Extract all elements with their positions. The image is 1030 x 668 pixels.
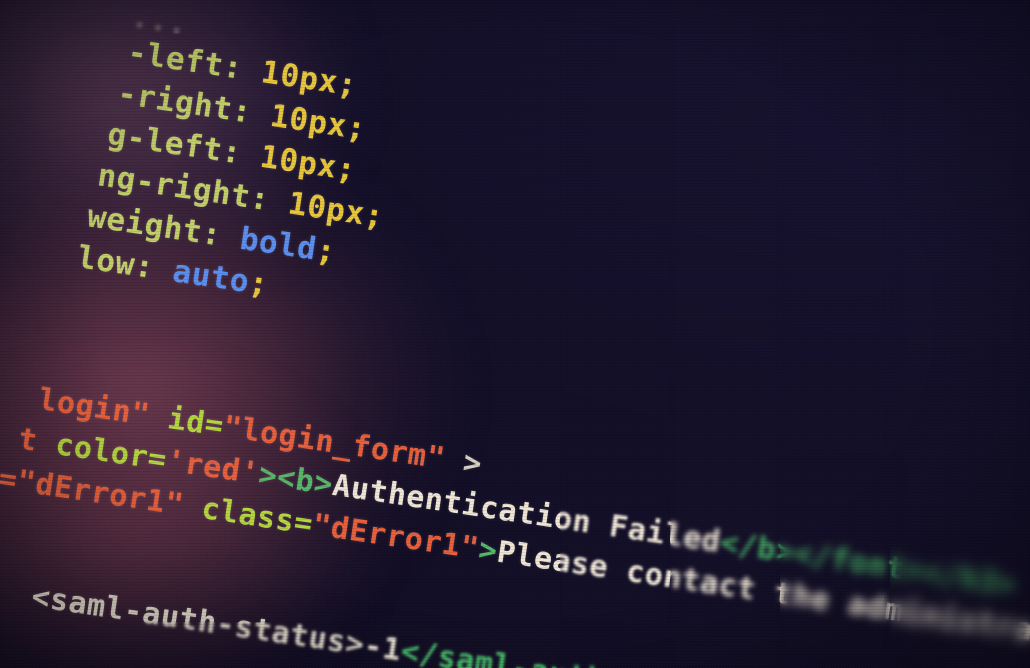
token-overflow-val: auto <box>151 250 252 301</box>
rotated-code-canvas: ... -left: 10px; -right: 10px; g-left: 1… <box>0 0 1030 668</box>
code-screenshot-photo: ... -left: 10px; -right: 10px; g-left: 1… <box>0 0 1030 668</box>
token-class-value-derror1: "dError1" <box>310 507 482 567</box>
token-saml-auth-status-close: </saml-auth-status> <box>399 634 755 668</box>
token-overflow-prop: low: <box>74 239 157 287</box>
token-id-derror1: ="dError1" <box>0 461 187 523</box>
token-saml-auth-status-value: -1 <box>361 628 404 668</box>
token-attr-class: class= <box>180 488 316 543</box>
